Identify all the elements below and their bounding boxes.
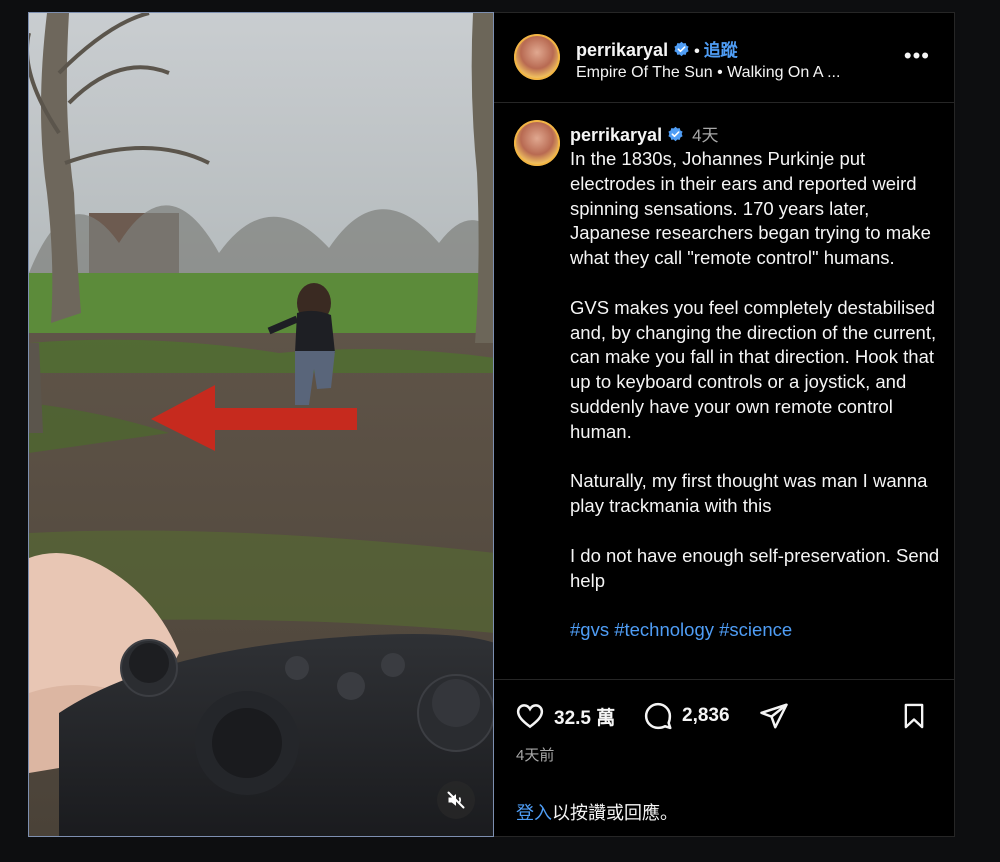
mute-toggle-button[interactable] (437, 781, 475, 819)
audio-track-link[interactable]: Empire Of The Sun • Walking On A ... (576, 64, 840, 82)
caption-header: perrikaryal 4天 (570, 121, 719, 146)
caption-paragraph: Naturally, my first thought was man I wa… (570, 470, 933, 517)
caption-paragraph: GVS makes you feel completely destabilis… (570, 296, 942, 442)
share-button[interactable] (758, 701, 790, 731)
caption-timestamp: 4天 (692, 126, 719, 145)
action-bar: 32.5 萬 2,836 (514, 701, 934, 735)
video-frame (29, 13, 493, 836)
post-date: 4天前 (516, 747, 555, 764)
heart-icon (516, 704, 544, 729)
like-button[interactable]: 32.5 萬 (514, 701, 615, 731)
username-link[interactable]: perrikaryal (576, 40, 668, 60)
follow-button[interactable]: 追蹤 (704, 41, 738, 60)
comment-count: 2,836 (682, 705, 730, 726)
comment-button[interactable]: 2,836 (642, 701, 730, 731)
reel-video[interactable] (28, 12, 494, 837)
verified-badge-icon (674, 41, 689, 57)
caption-paragraph: In the 1830s, Johannes Purkinje put elec… (570, 148, 937, 269)
audio-track: Walking On A ... (727, 64, 841, 81)
separator-dot: • (694, 43, 700, 60)
audio-artist: Empire Of The Sun (576, 64, 713, 81)
caption-avatar[interactable] (514, 120, 560, 166)
more-options-button[interactable]: ••• (904, 43, 930, 69)
post-details-panel: perrikaryal • 追蹤 Empire Of The Sun • Walk… (494, 12, 955, 837)
avatar[interactable] (514, 34, 560, 80)
speaker-muted-icon (447, 791, 465, 809)
verified-badge-icon (668, 126, 683, 142)
save-button[interactable] (900, 701, 928, 731)
caption-section: perrikaryal 4天 In the 1830s, Johannes Pu… (494, 104, 954, 679)
bookmark-icon (904, 703, 924, 729)
comment-icon (644, 702, 672, 730)
header-user-line: perrikaryal • 追蹤 (576, 36, 738, 61)
audio-separator: • (717, 64, 723, 81)
post-header: perrikaryal • 追蹤 Empire Of The Sun • Walk… (494, 13, 954, 103)
caption-paragraph: I do not have enough self-preservation. … (570, 544, 945, 591)
divider (494, 679, 954, 680)
caption-text: In the 1830s, Johannes Purkinje put elec… (570, 147, 940, 643)
login-prompt: 登入以按讚或回應。 (516, 799, 678, 825)
login-link[interactable]: 登入 (516, 803, 552, 823)
hashtag-links[interactable]: #gvs #technology #science (570, 619, 792, 640)
paper-plane-icon (760, 703, 788, 729)
like-count: 32.5 萬 (554, 707, 616, 729)
login-prompt-text: 以按讚或回應。 (552, 803, 678, 823)
caption-username[interactable]: perrikaryal (570, 125, 662, 145)
